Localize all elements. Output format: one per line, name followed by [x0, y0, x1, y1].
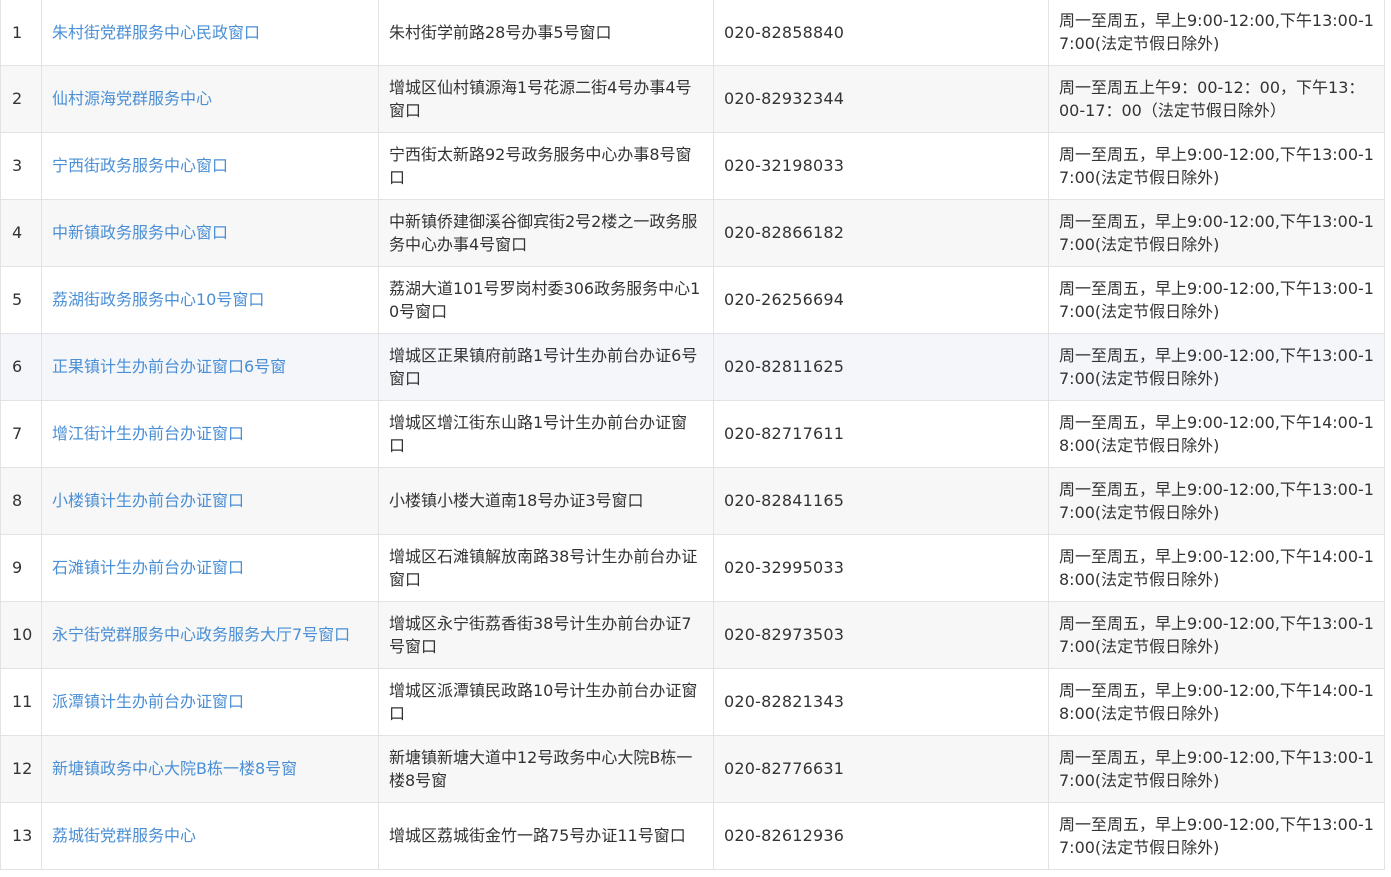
office-name-link[interactable]: 增江街计生办前台办证窗口 [41, 400, 379, 468]
office-hours: 周一至周五，早上9:00-12:00,下午13:00-17:00(法定节假日除外… [1048, 266, 1385, 334]
office-hours: 周一至周五，早上9:00-12:00,下午13:00-17:00(法定节假日除外… [1048, 467, 1385, 535]
table-row: 8 小楼镇计生办前台办证窗口 小楼镇小楼大道南18号办证3号窗口 020-828… [0, 467, 1385, 535]
office-name-link[interactable]: 永宁街党群服务中心政务服务大厅7号窗口 [41, 601, 379, 669]
office-address: 宁西街太新路92号政务服务中心办事8号窗口 [378, 132, 714, 200]
office-address: 中新镇侨建御溪谷御宾街2号2楼之一政务服务中心办事4号窗口 [378, 199, 714, 267]
office-phone: 020-82841165 [713, 467, 1049, 535]
row-number: 7 [0, 400, 42, 468]
office-hours: 周一至周五，早上9:00-12:00,下午13:00-17:00(法定节假日除外… [1048, 333, 1385, 401]
row-number: 9 [0, 534, 42, 602]
table-row: 9 石滩镇计生办前台办证窗口 增城区石滩镇解放南路38号计生办前台办证窗口 02… [0, 534, 1385, 602]
office-name-link[interactable]: 石滩镇计生办前台办证窗口 [41, 534, 379, 602]
service-window-table: 1 朱村街党群服务中心民政窗口 朱村街学前路28号办事5号窗口 020-8285… [0, 0, 1385, 870]
office-address: 增城区石滩镇解放南路38号计生办前台办证窗口 [378, 534, 714, 602]
office-address: 增城区永宁街荔香街38号计生办前台办证7号窗口 [378, 601, 714, 669]
office-name-link[interactable]: 朱村街党群服务中心民政窗口 [41, 0, 379, 66]
office-address: 增城区正果镇府前路1号计生办前台办证6号窗口 [378, 333, 714, 401]
office-name-link[interactable]: 宁西街政务服务中心窗口 [41, 132, 379, 200]
office-address: 小楼镇小楼大道南18号办证3号窗口 [378, 467, 714, 535]
row-number: 12 [0, 735, 42, 803]
table-row: 12 新塘镇政务中心大院B栋一楼8号窗 新塘镇新塘大道中12号政务中心大院B栋一… [0, 735, 1385, 803]
office-phone: 020-82612936 [713, 802, 1049, 870]
office-name-link[interactable]: 仙村源海党群服务中心 [41, 65, 379, 133]
office-phone: 020-82973503 [713, 601, 1049, 669]
office-phone: 020-82932344 [713, 65, 1049, 133]
office-name-link[interactable]: 新塘镇政务中心大院B栋一楼8号窗 [41, 735, 379, 803]
office-name-link[interactable]: 中新镇政务服务中心窗口 [41, 199, 379, 267]
office-phone: 020-26256694 [713, 266, 1049, 334]
row-number: 3 [0, 132, 42, 200]
office-phone: 020-32995033 [713, 534, 1049, 602]
table-row: 1 朱村街党群服务中心民政窗口 朱村街学前路28号办事5号窗口 020-8285… [0, 0, 1385, 66]
office-name-link[interactable]: 小楼镇计生办前台办证窗口 [41, 467, 379, 535]
office-phone: 020-82858840 [713, 0, 1049, 66]
office-hours: 周一至周五，早上9:00-12:00,下午13:00-17:00(法定节假日除外… [1048, 199, 1385, 267]
office-phone: 020-82776631 [713, 735, 1049, 803]
office-phone: 020-32198033 [713, 132, 1049, 200]
row-number: 2 [0, 65, 42, 133]
office-name-link[interactable]: 正果镇计生办前台办证窗口6号窗 [41, 333, 379, 401]
table-row: 10 永宁街党群服务中心政务服务大厅7号窗口 增城区永宁街荔香街38号计生办前台… [0, 601, 1385, 669]
office-hours: 周一至周五，早上9:00-12:00,下午13:00-17:00(法定节假日除外… [1048, 0, 1385, 66]
table-row: 2 仙村源海党群服务中心 增城区仙村镇源海1号花源二街4号办事4号窗口 020-… [0, 65, 1385, 133]
row-number: 11 [0, 668, 42, 736]
office-hours: 周一至周五，早上9:00-12:00,下午13:00-17:00(法定节假日除外… [1048, 735, 1385, 803]
row-number: 8 [0, 467, 42, 535]
office-hours: 周一至周五，早上9:00-12:00,下午14:00-18:00(法定节假日除外… [1048, 534, 1385, 602]
office-hours: 周一至周五，早上9:00-12:00,下午14:00-18:00(法定节假日除外… [1048, 400, 1385, 468]
office-phone: 020-82717611 [713, 400, 1049, 468]
office-address: 荔湖大道101号罗岗村委306政务服务中心10号窗口 [378, 266, 714, 334]
office-address: 增城区增江街东山路1号计生办前台办证窗口 [378, 400, 714, 468]
row-number: 13 [0, 802, 42, 870]
office-phone: 020-82811625 [713, 333, 1049, 401]
office-name-link[interactable]: 派潭镇计生办前台办证窗口 [41, 668, 379, 736]
table-row: 5 荔湖街政务服务中心10号窗口 荔湖大道101号罗岗村委306政务服务中心10… [0, 266, 1385, 334]
office-address: 新塘镇新塘大道中12号政务中心大院B栋一楼8号窗 [378, 735, 714, 803]
row-number: 10 [0, 601, 42, 669]
office-address: 朱村街学前路28号办事5号窗口 [378, 0, 714, 66]
table-row: 4 中新镇政务服务中心窗口 中新镇侨建御溪谷御宾街2号2楼之一政务服务中心办事4… [0, 199, 1385, 267]
table-row: 11 派潭镇计生办前台办证窗口 增城区派潭镇民政路10号计生办前台办证窗口 02… [0, 668, 1385, 736]
row-number: 6 [0, 333, 42, 401]
office-address: 增城区仙村镇源海1号花源二街4号办事4号窗口 [378, 65, 714, 133]
office-hours: 周一至周五，早上9:00-12:00,下午13:00-17:00(法定节假日除外… [1048, 132, 1385, 200]
table-row: 7 增江街计生办前台办证窗口 增城区增江街东山路1号计生办前台办证窗口 020-… [0, 400, 1385, 468]
table-body: 1 朱村街党群服务中心民政窗口 朱村街学前路28号办事5号窗口 020-8285… [0, 0, 1385, 870]
office-address: 增城区派潭镇民政路10号计生办前台办证窗口 [378, 668, 714, 736]
table-row-hovered: 6 正果镇计生办前台办证窗口6号窗 增城区正果镇府前路1号计生办前台办证6号窗口… [0, 333, 1385, 401]
row-number: 4 [0, 199, 42, 267]
office-hours: 周一至周五，早上9:00-12:00,下午13:00-17:00(法定节假日除外… [1048, 802, 1385, 870]
office-address: 增城区荔城街金竹一路75号办证11号窗口 [378, 802, 714, 870]
table-row: 3 宁西街政务服务中心窗口 宁西街太新路92号政务服务中心办事8号窗口 020-… [0, 132, 1385, 200]
office-name-link[interactable]: 荔湖街政务服务中心10号窗口 [41, 266, 379, 334]
office-hours: 周一至周五，早上9:00-12:00,下午13:00-17:00(法定节假日除外… [1048, 601, 1385, 669]
office-name-link[interactable]: 荔城街党群服务中心 [41, 802, 379, 870]
table-row: 13 荔城街党群服务中心 增城区荔城街金竹一路75号办证11号窗口 020-82… [0, 802, 1385, 870]
office-hours: 周一至周五，早上9:00-12:00,下午14:00-18:00(法定节假日除外… [1048, 668, 1385, 736]
office-phone: 020-82866182 [713, 199, 1049, 267]
office-phone: 020-82821343 [713, 668, 1049, 736]
row-number: 1 [0, 0, 42, 66]
office-hours: 周一至周五上午9：00-12：00，下午13：00-17：00（法定节假日除外） [1048, 65, 1385, 133]
row-number: 5 [0, 266, 42, 334]
